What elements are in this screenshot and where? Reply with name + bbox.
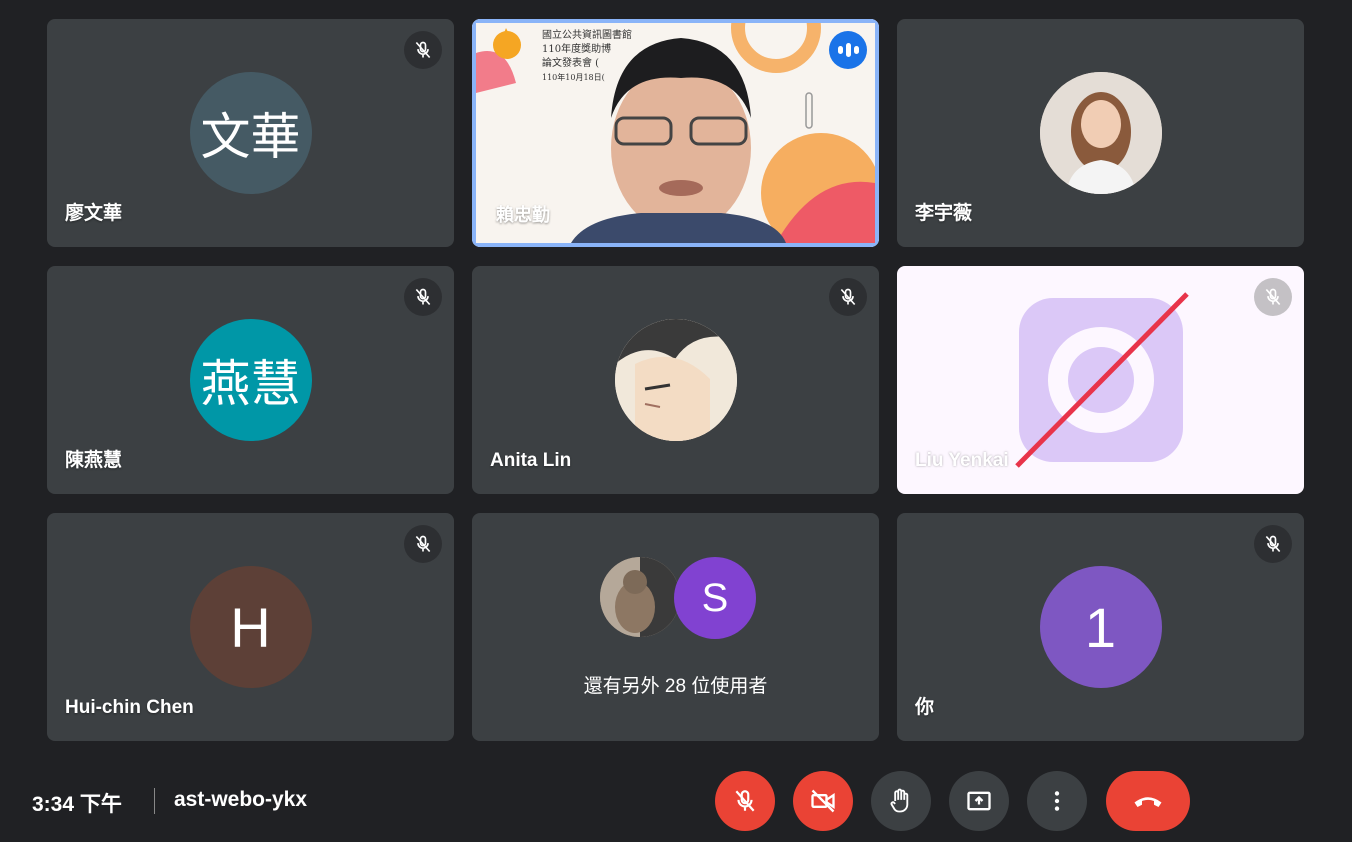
- mic-toggle-button[interactable]: [715, 771, 775, 831]
- participant-tile[interactable]: Liu Yenkai: [897, 266, 1304, 494]
- clock: 3:34 下午: [32, 793, 122, 816]
- participant-tile-self[interactable]: 1 你: [897, 513, 1304, 741]
- hang-up-icon: [1134, 797, 1162, 807]
- mic-muted-icon: [1254, 278, 1292, 316]
- more-vert-icon: [1054, 791, 1060, 811]
- participant-name: 賴忠勤: [496, 205, 550, 225]
- present-screen-button[interactable]: [949, 771, 1009, 831]
- participant-tile[interactable]: 燕慧 陳燕慧: [47, 266, 454, 494]
- avatar-illustration: [614, 319, 737, 441]
- avatar: 文華: [189, 72, 312, 194]
- participant-name: Anita Lin: [490, 450, 572, 471]
- others-tile[interactable]: S 還有另外 28 位使用者: [472, 513, 879, 741]
- speaking-indicator-icon: [829, 31, 867, 69]
- participant-name: Liu Yenkai: [915, 450, 1009, 471]
- mic-muted-icon: [404, 31, 442, 69]
- participant-tile[interactable]: H Hui-chin Chen: [47, 513, 454, 741]
- participant-tile[interactable]: 李宇薇: [897, 19, 1304, 247]
- participant-name: 廖文華: [65, 203, 123, 224]
- avatar: H: [189, 566, 312, 688]
- mic-muted-icon: [404, 278, 442, 316]
- divider: [154, 788, 155, 814]
- mic-muted-icon: [829, 278, 867, 316]
- avatar: 燕慧: [189, 319, 312, 441]
- camera-off-icon: [811, 789, 835, 813]
- participant-name: Hui-chin Chen: [65, 697, 194, 718]
- present-screen-icon: [967, 791, 991, 811]
- participant-name: 陳燕慧: [65, 450, 123, 471]
- mic-muted-icon: [1254, 525, 1292, 563]
- participant-tile-speaking[interactable]: 國立公共資訊圖書館 110年度獎助博 論文發表會 ( 110年10月18日( 賴…: [472, 19, 879, 247]
- more-options-button[interactable]: [1027, 771, 1087, 831]
- participant-name: 李宇薇: [915, 203, 973, 224]
- raise-hand-button[interactable]: [871, 771, 931, 831]
- avatar-photo: [1039, 72, 1162, 194]
- hand-icon: [890, 788, 909, 813]
- avatar: S: [674, 557, 756, 639]
- avatar-photo: [600, 557, 680, 637]
- meeting-code[interactable]: ast-webo-ykx: [174, 788, 307, 812]
- others-count-label: 還有另外 28 位使用者: [583, 676, 768, 697]
- avatar: 1: [1039, 566, 1162, 688]
- participant-tile[interactable]: 文華 廖文華: [47, 19, 454, 247]
- camera-toggle-button[interactable]: [793, 771, 853, 831]
- mic-off-icon: [735, 790, 755, 812]
- participant-tile[interactable]: Anita Lin: [472, 266, 879, 494]
- mic-muted-icon: [404, 525, 442, 563]
- slide-text: 國立公共資訊圖書館 110年度獎助博 論文發表會 ( 110年10月18日(: [542, 30, 632, 82]
- leave-call-button[interactable]: [1106, 771, 1190, 831]
- participant-name: 你: [915, 697, 935, 718]
